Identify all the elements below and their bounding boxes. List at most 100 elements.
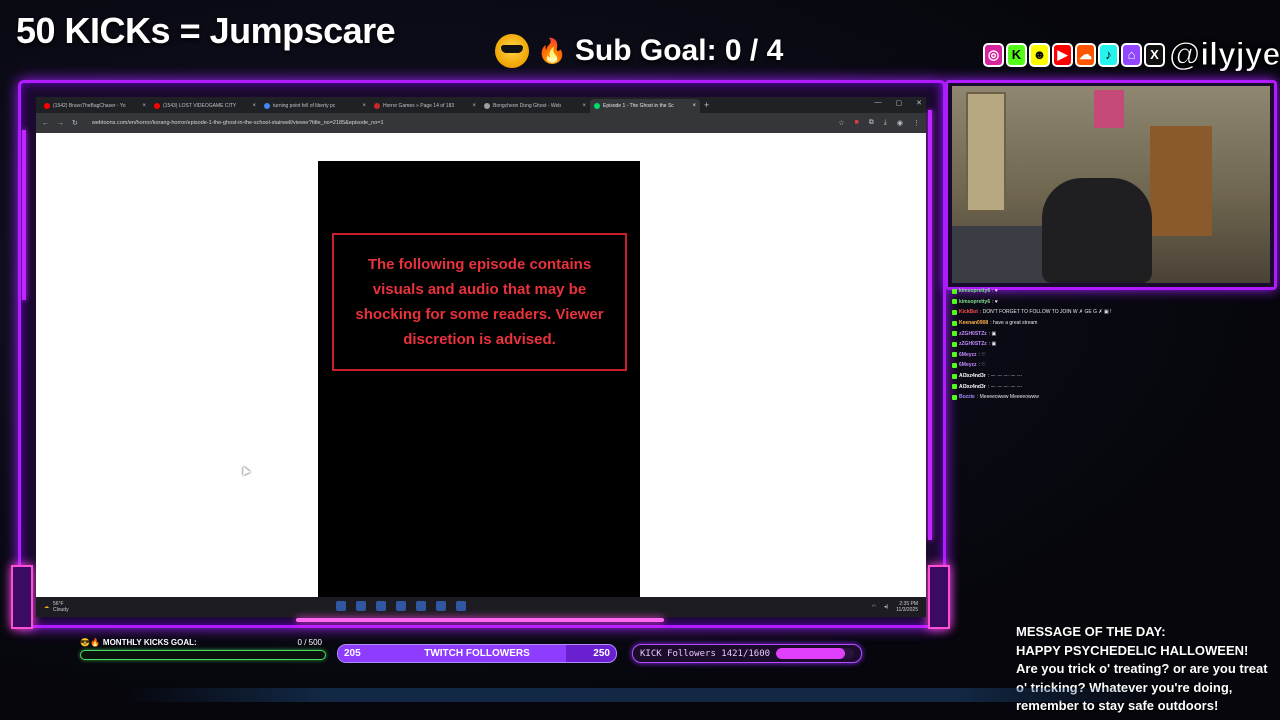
puzzle-icon[interactable]: ⧉ [869, 119, 874, 127]
chat-username[interactable]: KickBot [959, 309, 978, 315]
kick-badge-icon [952, 288, 957, 294]
tiktok-icon: ♪ [1098, 42, 1119, 67]
tab-label: (1543) LOST VIDEOGAME CITY [163, 103, 237, 109]
minimize-icon[interactable]: — [875, 99, 882, 107]
content-warning-text: The following episode contains visuals a… [355, 256, 604, 348]
chat-username[interactable]: zZGH0STZz [959, 341, 987, 347]
frame-corner-tag-left [11, 565, 33, 629]
system-tray: ◠ ◂) 2:35 PM 11/3/2025 [872, 601, 918, 613]
sunglasses-emoji-icon [495, 34, 529, 68]
file-explorer-icon[interactable] [376, 601, 386, 611]
browser-tab[interactable]: (1543) LOST VIDEOGAME CITY × [150, 99, 260, 113]
profile-icon[interactable]: ◉ [897, 119, 903, 127]
wifi-icon[interactable]: ◠ [872, 604, 876, 610]
close-tab-icon[interactable]: × [252, 103, 256, 109]
close-tab-icon[interactable]: × [362, 103, 366, 109]
new-tab-icon[interactable]: + [704, 100, 709, 110]
chat-message: zZGH0STZz: ▣ [952, 339, 1272, 350]
tab-label: Bongcheon Dong Ghost - Web [493, 103, 562, 109]
extension-icons: ☆ ■ ⧉ ⤓ ◉ ⋮ [838, 119, 920, 127]
extension-icon[interactable]: ■ [855, 119, 859, 127]
chat-username[interactable]: Keenan0908 [959, 320, 988, 326]
chat-username[interactable]: kimsopretty6 [959, 299, 990, 305]
browser-tab[interactable]: Bongcheon Dong Ghost - Web × [480, 99, 590, 113]
windows-taskbar: ☁ 56°F Cloudy ◠ ◂) 2:35 PM 11/3/2025 [36, 597, 926, 617]
download-icon[interactable]: ⤓ [884, 119, 887, 127]
twitch-followers-target: 250 [593, 648, 610, 659]
maximize-icon[interactable]: ▢ [896, 99, 903, 107]
tab-favicon-icon [484, 103, 490, 109]
social-handles: ◎ K ☻ ▶ ☁ ♪ ⌂ X @ilyjye [983, 36, 1280, 73]
social-handle: @ilyjye [1168, 36, 1280, 73]
browser-tab[interactable]: (1542) BravoTheBagChaser - Yo × [40, 99, 150, 113]
tab-favicon-icon [264, 103, 270, 109]
app-icon[interactable] [436, 601, 446, 611]
browser-tab[interactable]: Horror Games » Page 14 of 183 × [370, 99, 480, 113]
browser-tab[interactable]: turning point fell of liberty pc × [260, 99, 370, 113]
taskbar-clock[interactable]: 2:35 PM 11/3/2025 [896, 601, 918, 613]
kick-followers-track [776, 648, 855, 659]
kick-badge-icon [952, 299, 957, 305]
bookmark-star-icon[interactable]: ☆ [838, 119, 844, 127]
back-icon[interactable]: ← [42, 120, 49, 127]
chat-username[interactable]: 6Meyzz [959, 362, 977, 368]
close-tab-icon[interactable]: × [142, 103, 146, 109]
volume-icon[interactable]: ◂) [884, 604, 888, 610]
twitch-followers-bar: 205 TWITCH FOLLOWERS 250 [337, 644, 617, 663]
fire-icon: 🔥 [537, 37, 567, 65]
close-tab-icon[interactable]: × [472, 103, 476, 109]
chat-username[interactable]: Bozzie [959, 394, 975, 400]
chat-message: Keenan0908: have a great stream [952, 318, 1272, 329]
search-icon[interactable] [356, 601, 366, 611]
instagram-icon: ◎ [983, 42, 1004, 67]
close-tab-icon[interactable]: × [582, 103, 586, 109]
reload-icon[interactable]: ↻ [72, 119, 78, 127]
weather-widget[interactable]: 56°F Cloudy [53, 601, 69, 613]
sub-goal: 🔥 Sub Goal: 0 / 4 [495, 34, 783, 68]
app-icon[interactable] [456, 601, 466, 611]
content-warning-box: The following episode contains visuals a… [332, 233, 627, 371]
youtube-icon: ▶ [1052, 42, 1073, 67]
chat-text: : ♥ [992, 298, 998, 305]
chat-username[interactable]: Al3xz4nd3r [959, 384, 986, 390]
url-field[interactable]: webtoons.com/en/horror/korang-horror/epi… [92, 120, 384, 126]
close-window-icon[interactable]: ✕ [916, 99, 922, 107]
snapchat-icon: ☻ [1029, 42, 1050, 67]
room-door [966, 92, 1006, 212]
motd-headline: HAPPY PSYCHEDELIC HALLOWEEN! [1016, 642, 1249, 658]
start-icon[interactable] [336, 601, 346, 611]
tab-favicon-icon [44, 103, 50, 109]
kick-jumpscare-title: 50 KICKs = Jumpscare [16, 10, 396, 51]
browser-tab[interactable]: Episode 1 - The Ghost in the Sc × [590, 99, 700, 113]
weather-icon: ☁ [44, 604, 49, 610]
chat-message: 6Meyzz: ♡ [952, 350, 1272, 361]
tab-label: (1542) BravoTheBagChaser - Yo [53, 103, 126, 109]
tab-strip: (1542) BravoTheBagChaser - Yo × (1543) LOS… [36, 97, 926, 113]
chat-message: Al3xz4nd3r: ·ᵕ· ·ᵕ· ·ᵕ· ·ᵕ· ·ᵕ· [952, 381, 1272, 392]
mouse-cursor-icon [239, 464, 251, 476]
tab-label: Episode 1 - The Ghost in the Sc [603, 103, 674, 109]
menu-icon[interactable]: ⋮ [913, 119, 920, 127]
twitch-icon: ⌂ [1121, 42, 1142, 67]
forward-icon[interactable]: → [57, 120, 64, 127]
webcam-feed [952, 86, 1270, 283]
kick-icon: K [1006, 42, 1027, 67]
chat-username[interactable]: kimsopretty6 [959, 288, 990, 294]
chat-username[interactable]: zZGH0STZz [959, 331, 987, 337]
chat-panel: kimsopretty6: ♥ kimsopretty6: ♥ KickBot: D… [952, 286, 1272, 403]
chat-username[interactable]: 6Meyzz [959, 352, 977, 358]
chat-username[interactable]: Al3xz4nd3r [959, 373, 986, 379]
tab-favicon-icon [594, 103, 600, 109]
monthly-kicks-label: MONTHLY KICKS GOAL: [102, 638, 197, 647]
tab-label: turning point fell of liberty pc [273, 103, 336, 109]
chat-message: 6Meyzz: ♡ [952, 360, 1272, 371]
browser-window: (1542) BravoTheBagChaser - Yo × (1543) LOS… [36, 97, 926, 617]
weather-desc: Cloudy [53, 607, 69, 613]
kick-followers-fill [776, 648, 846, 659]
close-tab-icon[interactable]: × [692, 103, 696, 109]
kick-badge-icon [952, 373, 957, 379]
address-bar: ← → ↻ webtoons.com/en/horror/korang-horr… [36, 113, 926, 133]
chrome-icon[interactable] [396, 601, 406, 611]
window-controls: — ▢ ✕ [875, 99, 923, 107]
app-icon[interactable] [416, 601, 426, 611]
